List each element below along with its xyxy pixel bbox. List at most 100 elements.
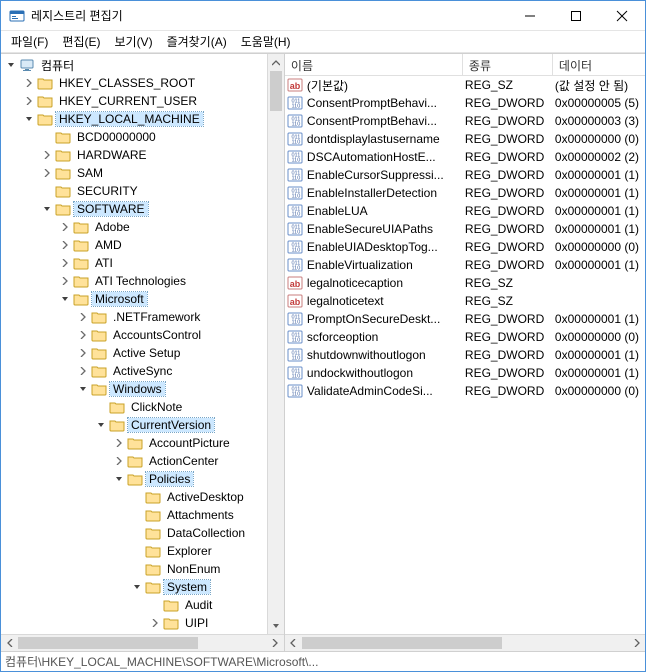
scroll-thumb[interactable] bbox=[302, 637, 502, 649]
list-hscrollbar[interactable] bbox=[285, 634, 645, 651]
value-row[interactable]: EnableUIADesktopTog...REG_DWORD0x0000000… bbox=[285, 238, 645, 256]
expand-icon[interactable] bbox=[75, 345, 91, 361]
tree-item[interactable]: AccountPicture bbox=[111, 434, 284, 452]
tree-item[interactable]: HARDWARE bbox=[39, 146, 284, 164]
menu-favorites[interactable]: 즐겨찾기(A) bbox=[161, 31, 233, 52]
tree-item[interactable]: ActionCenter bbox=[111, 452, 284, 470]
tree-item-computer[interactable]: 컴퓨터 bbox=[3, 56, 284, 74]
menu-edit[interactable]: 편집(E) bbox=[56, 31, 106, 52]
tree-item[interactable]: Active Setup bbox=[75, 344, 284, 362]
value-row[interactable]: legalnoticecaptionREG_SZ bbox=[285, 274, 645, 292]
expand-icon[interactable] bbox=[3, 57, 19, 73]
tree-item[interactable]: AMD bbox=[57, 236, 284, 254]
menu-file[interactable]: 파일(F) bbox=[5, 31, 54, 52]
expand-icon[interactable] bbox=[75, 327, 91, 343]
value-row[interactable]: EnableVirtualizationREG_DWORD0x00000001 … bbox=[285, 256, 645, 274]
scroll-right-icon[interactable] bbox=[628, 635, 645, 652]
value-row[interactable]: undockwithoutlogonREG_DWORD0x00000001 (1… bbox=[285, 364, 645, 382]
expand-icon[interactable] bbox=[75, 381, 91, 397]
tree-item-windows[interactable]: Windows bbox=[75, 380, 284, 398]
expand-icon[interactable] bbox=[57, 219, 73, 235]
expand-icon[interactable] bbox=[111, 453, 127, 469]
tree-item[interactable]: ActiveDesktop bbox=[129, 488, 284, 506]
value-row[interactable]: EnableCursorSuppressi...REG_DWORD0x00000… bbox=[285, 166, 645, 184]
tree-item[interactable]: SECURITY bbox=[39, 182, 284, 200]
tree-item[interactable]: NonEnum bbox=[129, 560, 284, 578]
scroll-right-icon[interactable] bbox=[267, 635, 284, 652]
value-row[interactable]: DSCAutomationHostE...REG_DWORD0x00000002… bbox=[285, 148, 645, 166]
tree-item-policies[interactable]: Policies bbox=[111, 470, 284, 488]
value-row[interactable]: EnableLUAREG_DWORD0x00000001 (1) bbox=[285, 202, 645, 220]
folder-icon bbox=[127, 435, 143, 451]
expand-icon[interactable] bbox=[39, 201, 55, 217]
value-row[interactable]: ConsentPromptBehavi...REG_DWORD0x0000000… bbox=[285, 112, 645, 130]
minimize-button[interactable] bbox=[507, 1, 553, 31]
value-row[interactable]: (기본값)REG_SZ(값 설정 안 됨) bbox=[285, 76, 645, 94]
tree-item-hkcr[interactable]: HKEY_CLASSES_ROOT bbox=[21, 74, 284, 92]
value-row[interactable]: EnableSecureUIAPathsREG_DWORD0x00000001 … bbox=[285, 220, 645, 238]
expand-icon[interactable] bbox=[39, 165, 55, 181]
value-row[interactable]: PromptOnSecureDeskt...REG_DWORD0x0000000… bbox=[285, 310, 645, 328]
value-row[interactable]: ConsentPromptBehavi...REG_DWORD0x0000000… bbox=[285, 94, 645, 112]
expand-icon[interactable] bbox=[75, 309, 91, 325]
value-row[interactable]: EnableInstallerDetectionREG_DWORD0x00000… bbox=[285, 184, 645, 202]
expand-icon[interactable] bbox=[111, 471, 127, 487]
col-type[interactable]: 종류 bbox=[463, 54, 553, 75]
tree-item-hkcu[interactable]: HKEY_CURRENT_USER bbox=[21, 92, 284, 110]
tree-item[interactable]: DataCollection bbox=[129, 524, 284, 542]
menu-view[interactable]: 보기(V) bbox=[108, 31, 158, 52]
tree-item[interactable]: SAM bbox=[39, 164, 284, 182]
tree-item[interactable]: ATI bbox=[57, 254, 284, 272]
tree-item-software[interactable]: SOFTWARE bbox=[39, 200, 284, 218]
tree-item[interactable]: Attachments bbox=[129, 506, 284, 524]
tree-item-currentversion[interactable]: CurrentVersion bbox=[93, 416, 284, 434]
value-row[interactable]: shutdownwithoutlogonREG_DWORD0x00000001 … bbox=[285, 346, 645, 364]
value-row[interactable]: scforceoptionREG_DWORD0x00000000 (0) bbox=[285, 328, 645, 346]
scroll-down-icon[interactable] bbox=[268, 617, 284, 634]
scroll-left-icon[interactable] bbox=[1, 635, 18, 652]
scroll-thumb[interactable] bbox=[18, 637, 198, 649]
close-button[interactable] bbox=[599, 1, 645, 31]
tree-item[interactable]: Adobe bbox=[57, 218, 284, 236]
tree-item-microsoft[interactable]: Microsoft bbox=[57, 290, 284, 308]
scroll-thumb[interactable] bbox=[270, 71, 282, 111]
expand-icon[interactable] bbox=[93, 417, 109, 433]
value-row[interactable]: legalnoticetextREG_SZ bbox=[285, 292, 645, 310]
tree-vscrollbar[interactable] bbox=[267, 54, 284, 634]
expand-icon[interactable] bbox=[21, 93, 37, 109]
tree-scroll[interactable]: 컴퓨터 HKEY_CLASSES_ROOT HKEY_CURRENT_USER … bbox=[1, 54, 284, 634]
col-data[interactable]: 데이터 bbox=[553, 54, 645, 75]
tree-item[interactable]: UIPI bbox=[147, 614, 284, 632]
expand-icon[interactable] bbox=[39, 147, 55, 163]
tree-item[interactable]: BCD00000000 bbox=[39, 128, 284, 146]
expand-icon[interactable] bbox=[147, 615, 163, 631]
tree-item[interactable]: .NETFramework bbox=[75, 308, 284, 326]
tree-item[interactable]: ActiveSync bbox=[75, 362, 284, 380]
expand-icon[interactable] bbox=[57, 273, 73, 289]
expand-icon[interactable] bbox=[111, 435, 127, 451]
scroll-up-icon[interactable] bbox=[268, 54, 284, 71]
value-row[interactable]: ValidateAdminCodeSi...REG_DWORD0x0000000… bbox=[285, 382, 645, 400]
expand-icon[interactable] bbox=[57, 291, 73, 307]
tree-item-hklm[interactable]: HKEY_LOCAL_MACHINE bbox=[21, 110, 284, 128]
expand-icon[interactable] bbox=[21, 75, 37, 91]
col-name[interactable]: 이름 bbox=[285, 54, 463, 75]
scroll-left-icon[interactable] bbox=[285, 635, 302, 652]
tree-item[interactable]: Explorer bbox=[129, 542, 284, 560]
titlebar[interactable]: 레지스트리 편집기 bbox=[1, 1, 645, 31]
tree-item[interactable]: Audit bbox=[147, 596, 284, 614]
expand-icon[interactable] bbox=[21, 111, 37, 127]
expand-icon[interactable] bbox=[57, 255, 73, 271]
expand-icon[interactable] bbox=[75, 363, 91, 379]
tree-item[interactable]: ATI Technologies bbox=[57, 272, 284, 290]
value-list[interactable]: (기본값)REG_SZ(값 설정 안 됨)ConsentPromptBehavi… bbox=[285, 76, 645, 634]
expand-icon[interactable] bbox=[129, 579, 145, 595]
maximize-button[interactable] bbox=[553, 1, 599, 31]
tree-hscrollbar[interactable] bbox=[1, 634, 284, 651]
tree-item[interactable]: AccountsControl bbox=[75, 326, 284, 344]
expand-icon[interactable] bbox=[57, 237, 73, 253]
tree-item[interactable]: ClickNote bbox=[93, 398, 284, 416]
menu-help[interactable]: 도움말(H) bbox=[235, 31, 297, 52]
tree-item-system[interactable]: System bbox=[129, 578, 284, 596]
value-row[interactable]: dontdisplaylastusernameREG_DWORD0x000000… bbox=[285, 130, 645, 148]
